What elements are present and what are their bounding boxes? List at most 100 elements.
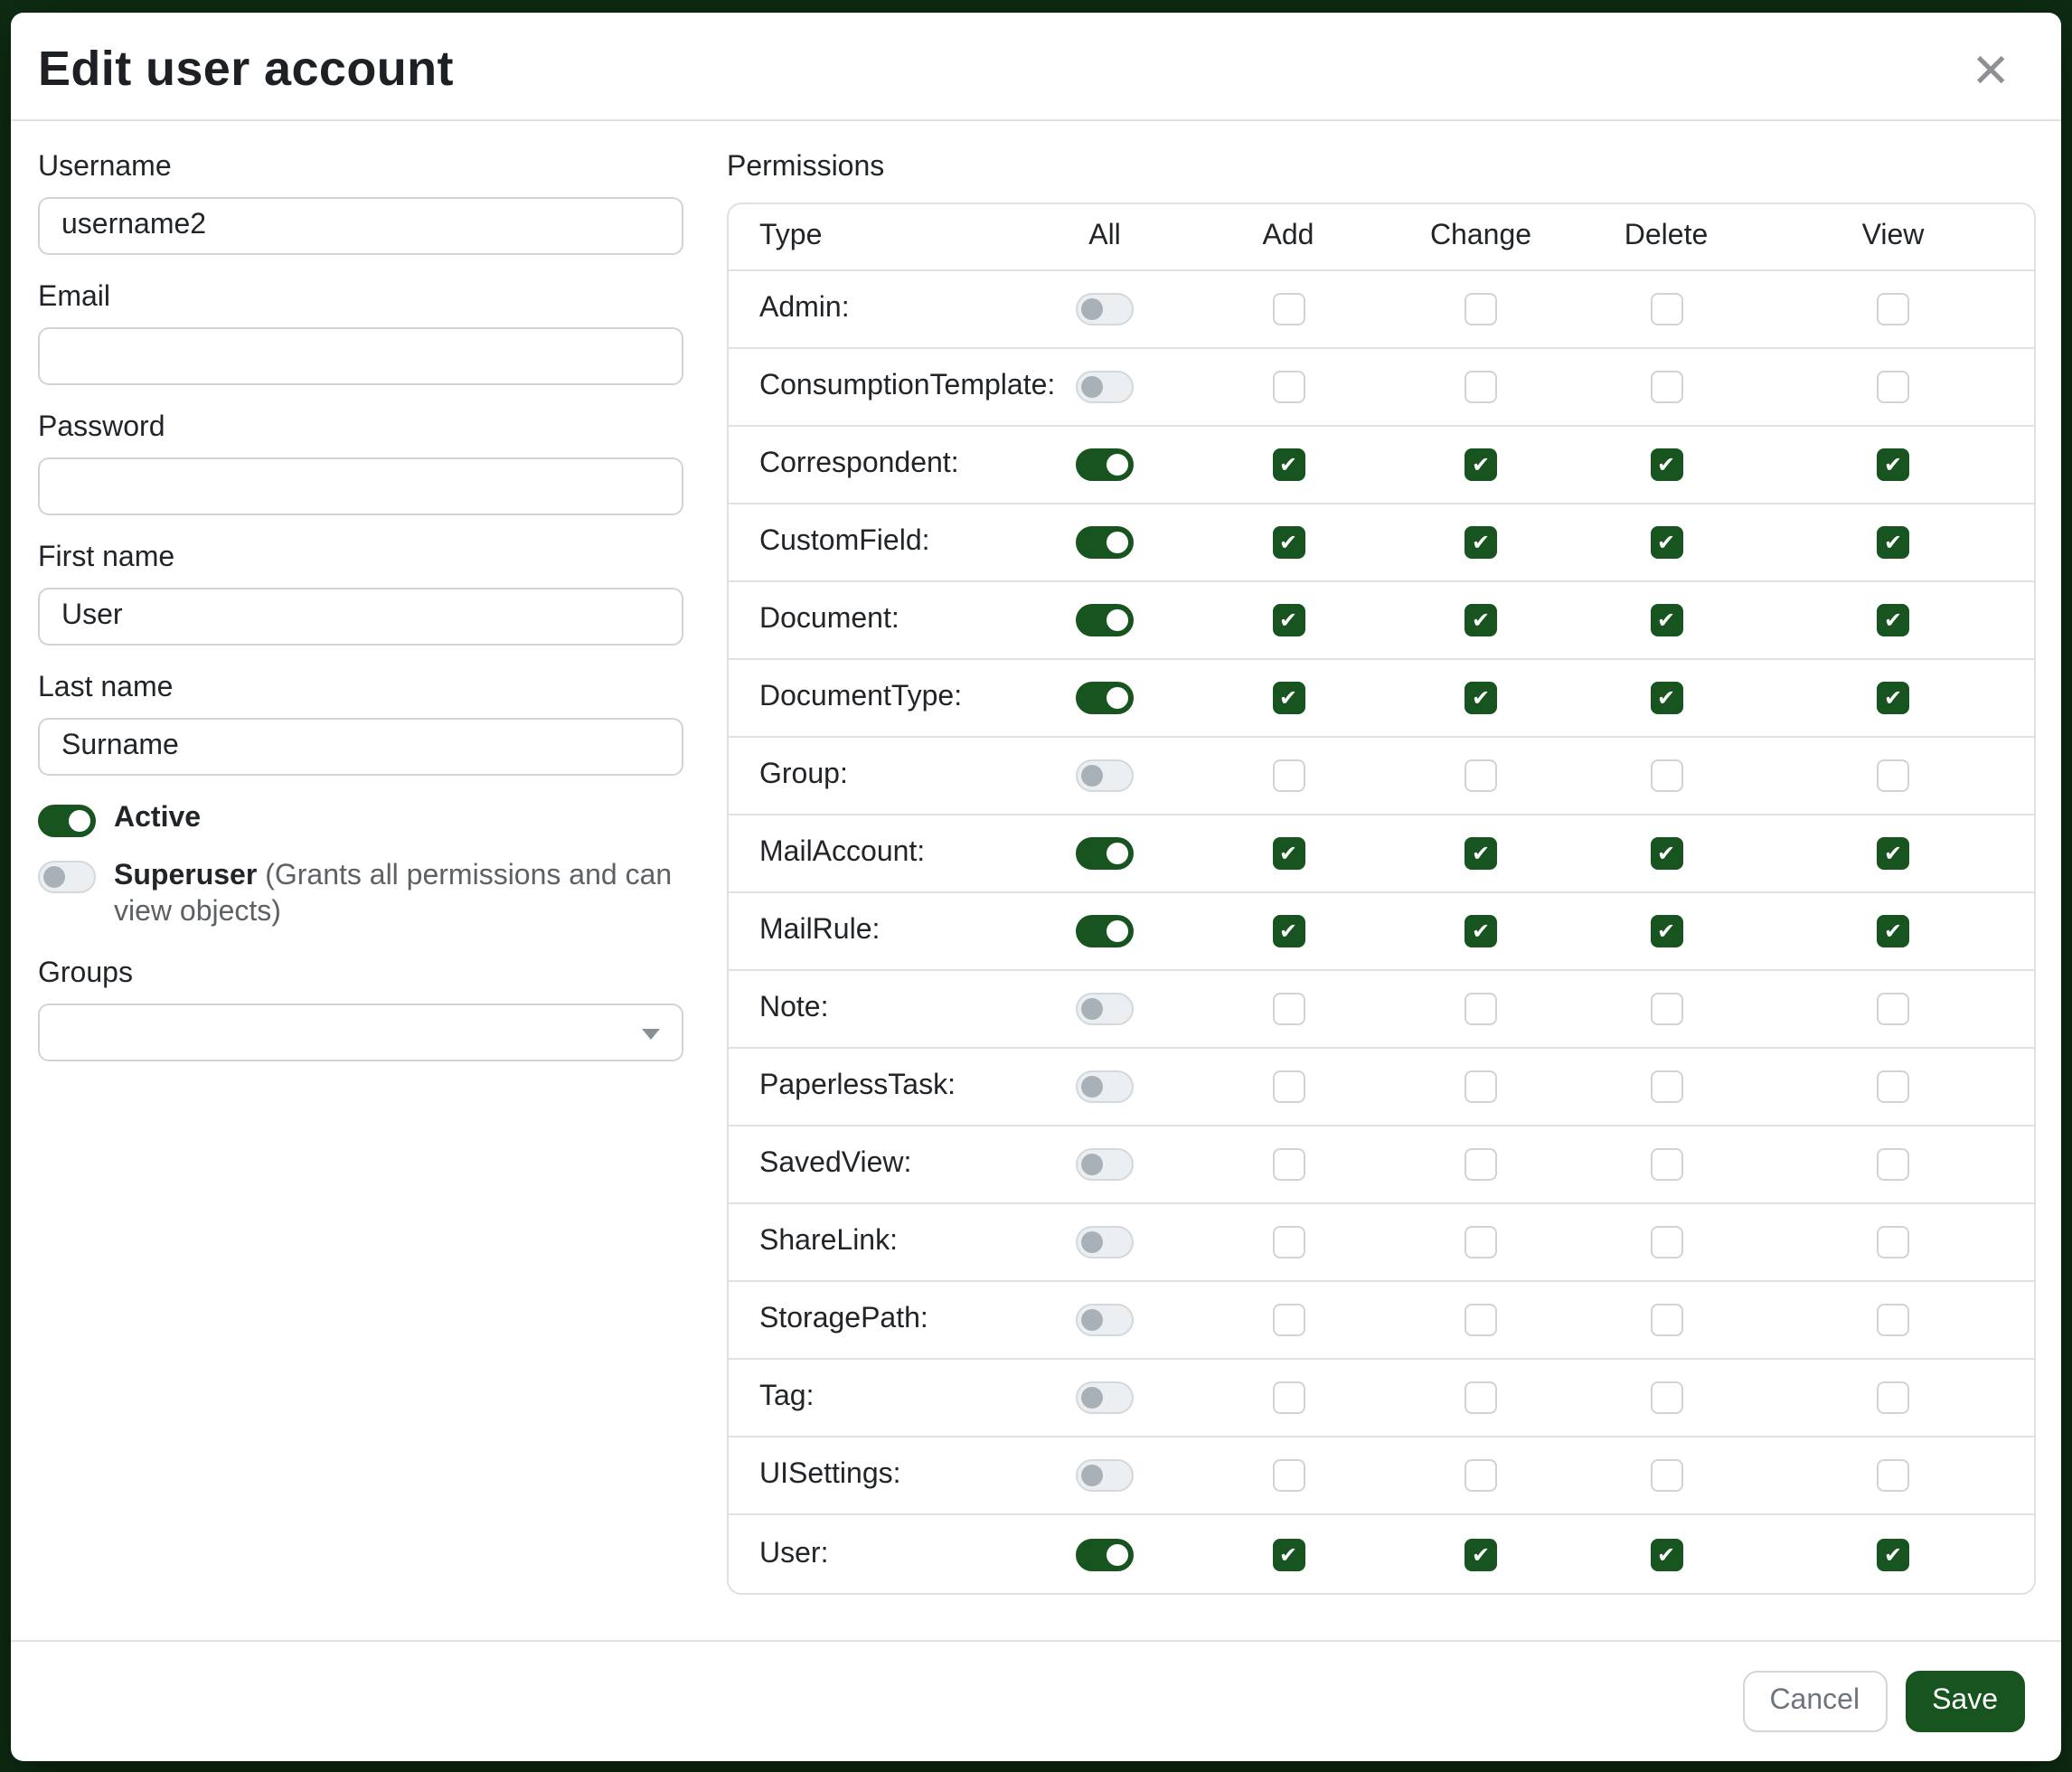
permission-add-checkbox[interactable] [1272, 837, 1304, 870]
permission-add-checkbox[interactable] [1272, 1070, 1304, 1103]
permission-all-toggle[interactable] [1076, 526, 1134, 559]
permission-add-checkbox[interactable] [1272, 293, 1304, 325]
permission-view-checkbox[interactable] [1877, 682, 1909, 714]
permission-all-toggle[interactable] [1076, 682, 1134, 714]
superuser-toggle[interactable] [38, 861, 96, 893]
permission-add-checkbox[interactable] [1272, 1148, 1304, 1181]
permission-view-checkbox[interactable] [1877, 604, 1909, 636]
permission-change-checkbox[interactable] [1465, 1538, 1497, 1570]
permission-all-toggle[interactable] [1076, 1226, 1134, 1258]
permission-add-checkbox[interactable] [1272, 759, 1304, 792]
permission-delete-checkbox[interactable] [1650, 448, 1682, 481]
password-field[interactable] [38, 457, 683, 515]
permission-add-checkbox[interactable] [1272, 371, 1304, 403]
permission-change-checkbox[interactable] [1465, 1148, 1497, 1181]
permission-view-checkbox[interactable] [1877, 1148, 1909, 1181]
permission-type-label: UISettings: [759, 1459, 901, 1492]
active-toggle[interactable] [38, 804, 96, 836]
last-name-input[interactable] [38, 718, 683, 776]
table-row: PaperlessTask: [729, 1049, 2034, 1126]
save-button[interactable]: Save [1905, 1671, 2025, 1732]
permission-add-checkbox[interactable] [1272, 1459, 1304, 1492]
cancel-button[interactable]: Cancel [1742, 1671, 1887, 1732]
permission-all-toggle[interactable] [1076, 604, 1134, 636]
permission-all-toggle[interactable] [1076, 1070, 1134, 1103]
permission-view-checkbox[interactable] [1877, 1304, 1909, 1336]
permission-change-checkbox[interactable] [1465, 1226, 1497, 1258]
permission-add-checkbox[interactable] [1272, 1538, 1304, 1570]
permission-delete-checkbox[interactable] [1650, 759, 1682, 792]
permission-delete-checkbox[interactable] [1650, 682, 1682, 714]
permission-add-checkbox[interactable] [1272, 915, 1304, 947]
permission-change-checkbox[interactable] [1465, 1459, 1497, 1492]
permission-view-checkbox[interactable] [1877, 1459, 1909, 1492]
permission-all-toggle[interactable] [1076, 993, 1134, 1025]
permission-all-toggle[interactable] [1076, 1304, 1134, 1336]
permission-change-checkbox[interactable] [1465, 682, 1497, 714]
permissions-heading: Permissions [727, 150, 2036, 186]
email-field[interactable] [38, 327, 683, 385]
permission-change-checkbox[interactable] [1465, 293, 1497, 325]
permission-all-toggle[interactable] [1076, 759, 1134, 792]
first-name-input[interactable] [38, 588, 683, 646]
permission-all-toggle[interactable] [1076, 837, 1134, 870]
permission-view-checkbox[interactable] [1877, 993, 1909, 1025]
permission-delete-checkbox[interactable] [1650, 371, 1682, 403]
permission-change-checkbox[interactable] [1465, 371, 1497, 403]
permission-view-checkbox[interactable] [1877, 1538, 1909, 1570]
permission-add-checkbox[interactable] [1272, 526, 1304, 559]
permission-delete-checkbox[interactable] [1650, 1381, 1682, 1414]
permission-all-toggle[interactable] [1076, 1148, 1134, 1181]
permission-change-checkbox[interactable] [1465, 837, 1497, 870]
permission-delete-checkbox[interactable] [1650, 993, 1682, 1025]
permission-delete-checkbox[interactable] [1650, 1226, 1682, 1258]
permission-delete-checkbox[interactable] [1650, 526, 1682, 559]
permission-change-checkbox[interactable] [1465, 1381, 1497, 1414]
permission-add-checkbox[interactable] [1272, 1304, 1304, 1336]
permission-change-checkbox[interactable] [1465, 604, 1497, 636]
permission-add-checkbox[interactable] [1272, 448, 1304, 481]
permission-add-checkbox[interactable] [1272, 1226, 1304, 1258]
permission-delete-checkbox[interactable] [1650, 1538, 1682, 1570]
permission-view-checkbox[interactable] [1877, 1226, 1909, 1258]
permission-type-label: User: [759, 1538, 828, 1570]
permission-change-checkbox[interactable] [1465, 915, 1497, 947]
permission-delete-checkbox[interactable] [1650, 1304, 1682, 1336]
permission-change-checkbox[interactable] [1465, 993, 1497, 1025]
permission-change-checkbox[interactable] [1465, 1304, 1497, 1336]
permission-all-toggle[interactable] [1076, 448, 1134, 481]
permission-view-checkbox[interactable] [1877, 526, 1909, 559]
permission-view-checkbox[interactable] [1877, 371, 1909, 403]
close-icon[interactable]: ✕ [1964, 42, 2018, 97]
permission-change-checkbox[interactable] [1465, 526, 1497, 559]
permission-delete-checkbox[interactable] [1650, 915, 1682, 947]
permission-view-checkbox[interactable] [1877, 915, 1909, 947]
permission-add-checkbox[interactable] [1272, 604, 1304, 636]
groups-select[interactable] [38, 1004, 683, 1061]
permission-add-checkbox[interactable] [1272, 1381, 1304, 1414]
permission-view-checkbox[interactable] [1877, 293, 1909, 325]
permission-all-toggle[interactable] [1076, 1459, 1134, 1492]
permission-delete-checkbox[interactable] [1650, 1070, 1682, 1103]
permission-delete-checkbox[interactable] [1650, 604, 1682, 636]
permission-delete-checkbox[interactable] [1650, 293, 1682, 325]
permission-delete-checkbox[interactable] [1650, 1459, 1682, 1492]
permission-view-checkbox[interactable] [1877, 759, 1909, 792]
permission-all-toggle[interactable] [1076, 1538, 1134, 1570]
permission-view-checkbox[interactable] [1877, 448, 1909, 481]
permission-add-checkbox[interactable] [1272, 682, 1304, 714]
permission-view-checkbox[interactable] [1877, 837, 1909, 870]
username-input[interactable] [38, 197, 683, 255]
permission-all-toggle[interactable] [1076, 371, 1134, 403]
permission-view-checkbox[interactable] [1877, 1381, 1909, 1414]
permission-all-toggle[interactable] [1076, 915, 1134, 947]
permission-view-checkbox[interactable] [1877, 1070, 1909, 1103]
permission-all-toggle[interactable] [1076, 293, 1134, 325]
permission-change-checkbox[interactable] [1465, 759, 1497, 792]
permission-delete-checkbox[interactable] [1650, 1148, 1682, 1181]
permission-all-toggle[interactable] [1076, 1381, 1134, 1414]
permission-delete-checkbox[interactable] [1650, 837, 1682, 870]
permission-add-checkbox[interactable] [1272, 993, 1304, 1025]
permission-change-checkbox[interactable] [1465, 1070, 1497, 1103]
permission-change-checkbox[interactable] [1465, 448, 1497, 481]
